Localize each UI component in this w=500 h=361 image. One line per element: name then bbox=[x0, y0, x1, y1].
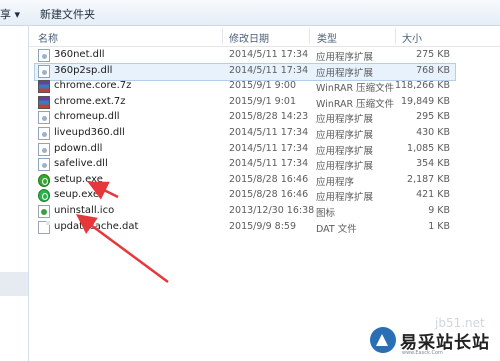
arrow-to-setup-exe bbox=[87, 181, 119, 200]
watermark: jb51.net 易采站长站 www.Easck.Com bbox=[360, 316, 500, 361]
arrow-to-seup-exe bbox=[75, 214, 169, 284]
annotation-arrows bbox=[75, 181, 169, 284]
watermark-url: www.Easck.Com bbox=[402, 350, 443, 356]
watermark-logo-icon bbox=[370, 327, 396, 353]
